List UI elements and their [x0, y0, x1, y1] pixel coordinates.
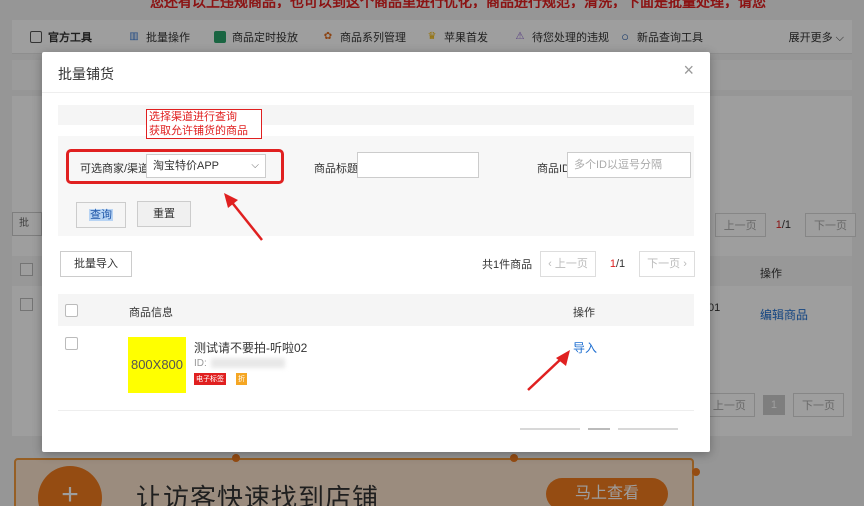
channel-select[interactable]: 淘宝特价APP ⌵	[146, 154, 266, 178]
prev-label: 上一页	[554, 258, 588, 270]
modal-divider	[42, 92, 710, 93]
scroll-indicator	[520, 428, 580, 430]
chevron-left-icon: ‹	[548, 258, 555, 270]
scroll-indicator	[618, 428, 678, 430]
product-id: ID:	[194, 358, 285, 369]
batch-import-button[interactable]: 批量导入	[60, 251, 132, 277]
total-count: 共1件商品	[482, 259, 533, 271]
close-icon[interactable]: ×	[683, 60, 694, 81]
select-all-checkbox[interactable]	[65, 304, 78, 317]
modal-pager: 共1件商品 ‹ 上一页 1/1 下一页 ›	[482, 251, 695, 277]
product-id-label: ID:	[194, 358, 207, 369]
query-button[interactable]: 查询	[76, 202, 126, 228]
annotation-line: 选择渠道进行查询	[149, 111, 237, 123]
title-label: 商品标题	[314, 163, 358, 175]
channel-label: 可选商家/渠道	[80, 163, 150, 175]
discount-badge: 折	[236, 373, 247, 385]
page-indicator: 1/1	[610, 258, 625, 270]
channel-select-value: 淘宝特价APP	[153, 160, 220, 172]
annotation-note: 选择渠道进行查询 获取允许铺货的商品	[146, 109, 262, 139]
id-label: 商品ID	[537, 163, 570, 175]
product-thumbnail: 800X800	[128, 337, 186, 393]
reset-button[interactable]: 重置	[137, 201, 191, 227]
row-divider	[58, 410, 694, 411]
chevron-down-icon: ⌵	[251, 160, 259, 171]
row-checkbox[interactable]	[65, 337, 78, 350]
modal-title: 批量铺货	[58, 66, 114, 82]
column-product-info: 商品信息	[129, 307, 173, 319]
import-link[interactable]: 导入	[573, 339, 597, 356]
e-tag-badge: 电子标签	[194, 373, 226, 385]
page-total: /1	[615, 258, 626, 270]
scroll-indicator	[588, 428, 610, 430]
product-title-input[interactable]	[357, 152, 479, 178]
column-action: 操作	[573, 307, 595, 319]
query-button-label: 查询	[89, 209, 113, 221]
chevron-right-icon: ›	[680, 258, 687, 270]
redacted-id	[210, 358, 285, 369]
next-label: 下一页	[647, 258, 681, 270]
next-page-button[interactable]: 下一页 ›	[639, 251, 695, 277]
prev-page-button[interactable]: ‹ 上一页	[540, 251, 596, 277]
annotation-line: 获取允许铺货的商品	[149, 125, 248, 137]
product-id-input[interactable]	[567, 152, 691, 178]
batch-listing-modal: 批量铺货 × 选择渠道进行查询 获取允许铺货的商品 可选商家/渠道 淘宝特价AP…	[42, 52, 710, 452]
product-name: 测试请不要拍-听啦02	[194, 341, 308, 355]
